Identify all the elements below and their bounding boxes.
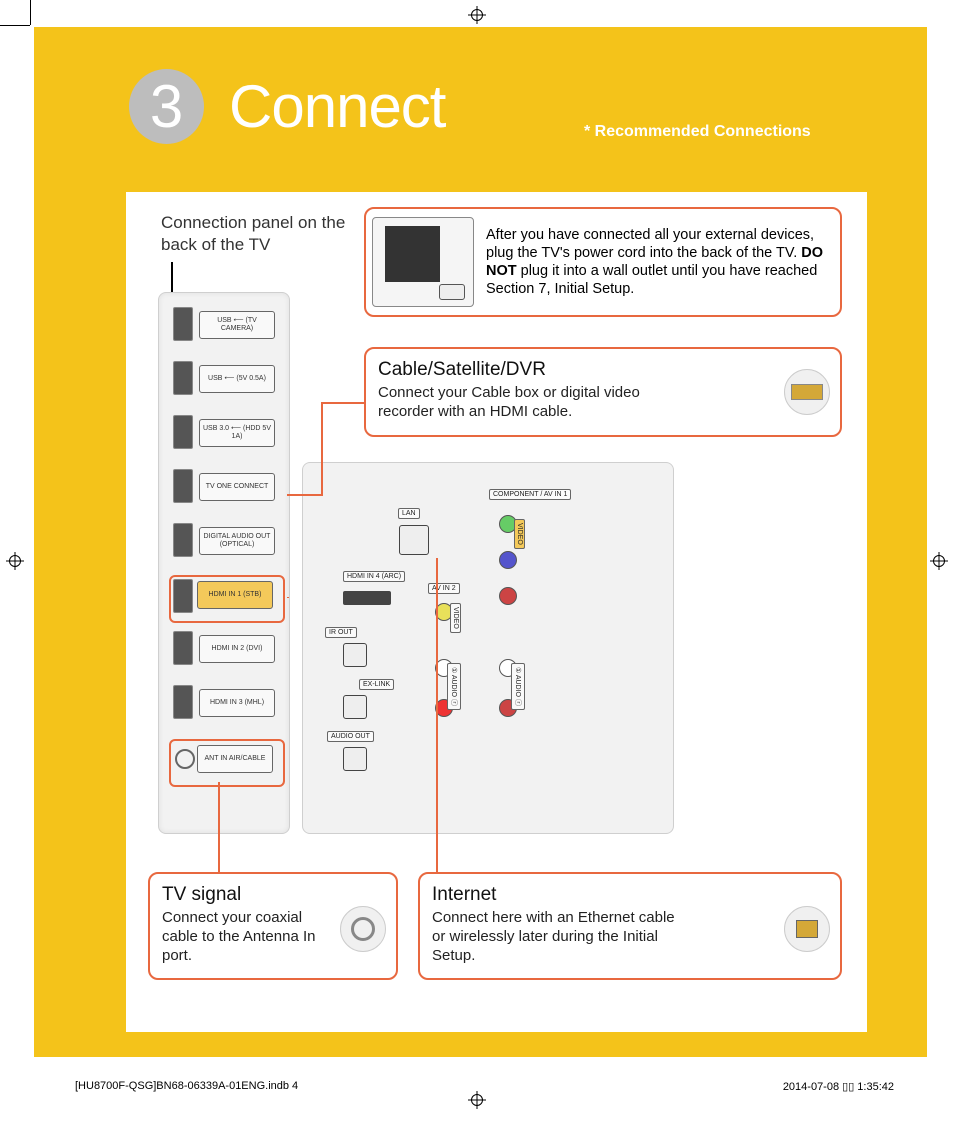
leader-cable [287, 494, 321, 496]
yellow-background: 3 Connect * Recommended Connections Conn… [34, 27, 927, 1057]
usb3-port: USB 3.0 ⟵ (HDD 5V 1A) [173, 415, 273, 449]
internet-callout: Internet Connect here with an Ethernet c… [418, 872, 842, 980]
audioout-label: AUDIO OUT [327, 731, 374, 742]
crop-mark [30, 0, 31, 25]
hdmi1-port-highlighted: HDMI IN 1 (STB) [169, 575, 285, 623]
footer-filename: [HU8700F-QSG]BN68-06339A-01ENG.indb 4 [75, 1080, 298, 1093]
side-port-panel: LAN HDMI IN 4 (ARC) IR OUT EX-LINK AUDIO… [302, 462, 674, 834]
component-label: COMPONENT / AV IN 1 [489, 489, 571, 500]
content-card: Connection panel on the back of the TV U… [126, 192, 867, 1032]
comp-pr-jack [499, 587, 517, 605]
comp-audio-label: ① AUDIO ⓡ [511, 663, 525, 710]
hdmi-icon [784, 369, 830, 415]
leader-cable [321, 402, 323, 496]
rear-port-strip: USB ⟵ (TV CAMERA) USB ⟵ (5V 0.5A) USB 3.… [158, 292, 290, 834]
audio-label: ① AUDIO ⓡ [447, 663, 461, 710]
footer: [HU8700F-QSG]BN68-06339A-01ENG.indb 4 20… [75, 1080, 894, 1093]
tv-signal-callout: TV signal Connect your coaxial cable to … [148, 872, 398, 980]
cable-sat-body: Connect your Cable box or digital video … [378, 384, 668, 422]
leader-tv [218, 782, 220, 872]
hdmi3-port: HDMI IN 3 (MHL) [173, 685, 273, 719]
panel-caption: Connection panel on the back of the TV [161, 212, 361, 256]
exlink-port [343, 695, 367, 719]
usb-05a-port: USB ⟵ (5V 0.5A) [173, 361, 273, 395]
lan-port-highlighted [399, 525, 429, 555]
registration-mark [468, 1091, 486, 1109]
tv-signal-title: TV signal [162, 884, 384, 906]
hdmi4-label: HDMI IN 4 (ARC) [343, 571, 405, 582]
internet-body: Connect here with an Ethernet cable or w… [432, 909, 682, 965]
one-connect-port: TV ONE CONNECT [173, 469, 273, 503]
page: 3 Connect * Recommended Connections Conn… [0, 0, 954, 1123]
leader-cable [321, 402, 364, 404]
lan-label: LAN [398, 508, 420, 519]
antenna-port-highlighted: ANT IN AIR/CABLE [169, 739, 285, 787]
page-title: Connect [229, 72, 445, 141]
ethernet-icon [784, 906, 830, 952]
video-label: VIDEO [450, 603, 461, 633]
tv-signal-body: Connect your coaxial cable to the Antenn… [162, 909, 322, 965]
registration-mark [468, 6, 486, 24]
cable-sat-callout: Cable/Satellite/DVR Connect your Cable b… [364, 347, 842, 437]
caption-leader [171, 262, 173, 292]
registration-mark [6, 552, 24, 570]
step-number-badge: 3 [129, 69, 204, 144]
irout-port [343, 643, 367, 667]
hdmi2-port: HDMI IN 2 (DVI) [173, 631, 273, 665]
exlink-label: EX-LINK [359, 679, 394, 690]
leader-net [436, 558, 438, 872]
registration-mark [930, 552, 948, 570]
irout-label: IR OUT [325, 627, 357, 638]
internet-title: Internet [432, 884, 828, 906]
avin2-label: AV IN 2 [428, 583, 460, 594]
coax-icon [340, 906, 386, 952]
tv-power-icon [372, 217, 474, 307]
crop-mark [0, 25, 30, 26]
optical-out-port: DIGITAL AUDIO OUT (OPTICAL) [173, 523, 273, 557]
usb-camera-port: USB ⟵ (TV CAMERA) [173, 307, 273, 341]
comp-pb-jack [499, 551, 517, 569]
power-note: After you have connected all your extern… [364, 207, 842, 317]
subtitle: * Recommended Connections [584, 123, 811, 141]
hdmi4-port [343, 591, 391, 605]
footer-timestamp: 2014-07-08 ▯▯ 1:35:42 [783, 1080, 894, 1093]
comp-video-label: VIDEO [514, 519, 525, 549]
header: 3 Connect [129, 69, 445, 144]
power-note-text: After you have connected all your extern… [486, 226, 834, 299]
audioout-port [343, 747, 367, 771]
cable-sat-title: Cable/Satellite/DVR [378, 359, 828, 381]
